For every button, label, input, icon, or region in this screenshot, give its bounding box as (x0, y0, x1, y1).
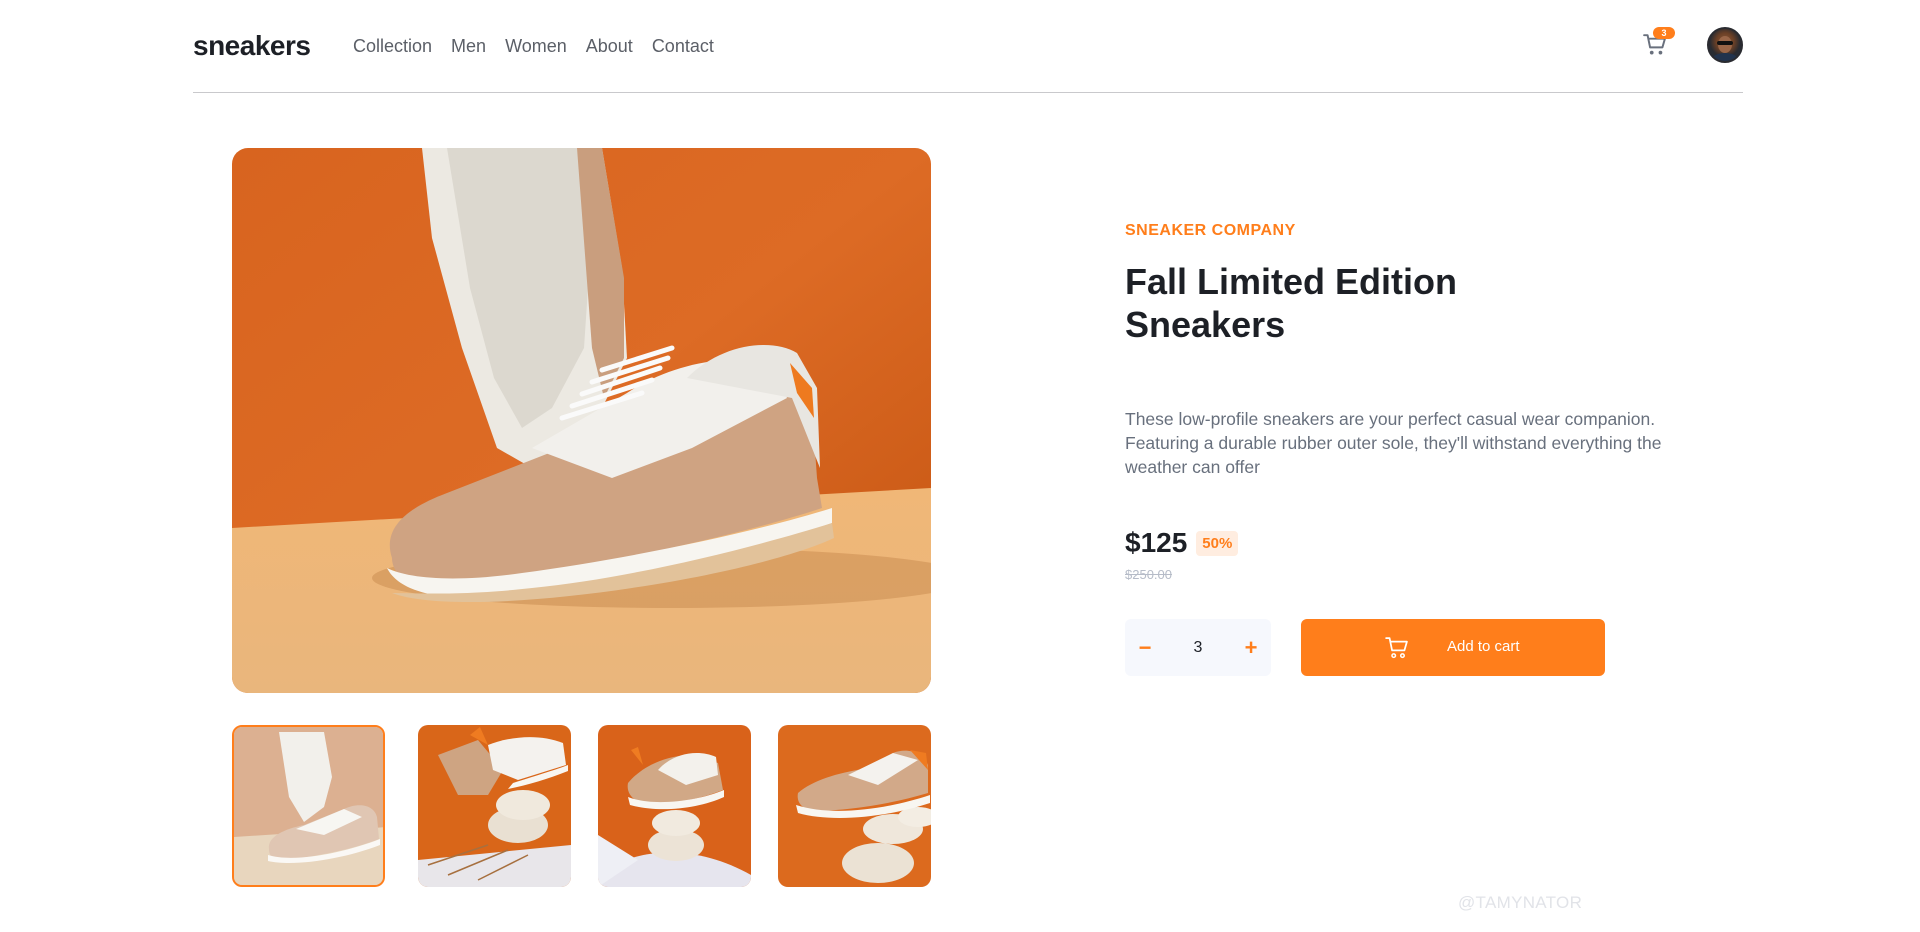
quantity-value[interactable]: 3 (1165, 619, 1231, 676)
user-avatar[interactable] (1707, 27, 1743, 63)
company-name: SNEAKER COMPANY (1125, 222, 1296, 239)
add-to-cart-label: Add to cart (1447, 638, 1520, 655)
current-price: $125 (1125, 527, 1188, 558)
nav-about[interactable]: About (586, 36, 633, 57)
thumbnail-3[interactable] (598, 725, 751, 887)
product-title: Fall Limited Edition Sneakers (1125, 261, 1457, 345)
quantity-stepper: − 3 + (1125, 619, 1271, 676)
site-header: sneakers Collection Men Women About Cont… (193, 0, 1743, 93)
product-description: These low-profile sneakers are your perf… (1125, 409, 1662, 477)
cart-icon (1385, 637, 1408, 659)
main-nav: Collection Men Women About Contact (353, 36, 714, 57)
nav-men[interactable]: Men (451, 36, 486, 57)
decrease-quantity-button[interactable]: − (1125, 619, 1165, 676)
nav-collection[interactable]: Collection (353, 36, 432, 57)
nav-contact[interactable]: Contact (652, 36, 714, 57)
logo[interactable]: sneakers (193, 30, 311, 62)
thumbnail-2[interactable] (418, 725, 571, 887)
thumbnail-4[interactable] (778, 725, 931, 887)
original-price: $250.00 (1125, 567, 1172, 582)
cart-button[interactable]: 3 (1643, 27, 1675, 58)
increase-quantity-button[interactable]: + (1231, 619, 1271, 676)
watermark: @TAMYNATOR (1458, 893, 1583, 912)
thumbnail-1[interactable] (232, 725, 385, 887)
price-row: $125 50% (1125, 527, 1239, 559)
discount-badge: 50% (1196, 530, 1239, 556)
main-product-image[interactable] (232, 148, 931, 693)
add-to-cart-button[interactable]: Add to cart (1301, 619, 1605, 676)
nav-women[interactable]: Women (505, 36, 567, 57)
product-page: sneakers Collection Men Women About Cont… (0, 0, 1920, 932)
cart-count-badge: 3 (1653, 27, 1675, 39)
thumbnail-strip (232, 725, 931, 888)
